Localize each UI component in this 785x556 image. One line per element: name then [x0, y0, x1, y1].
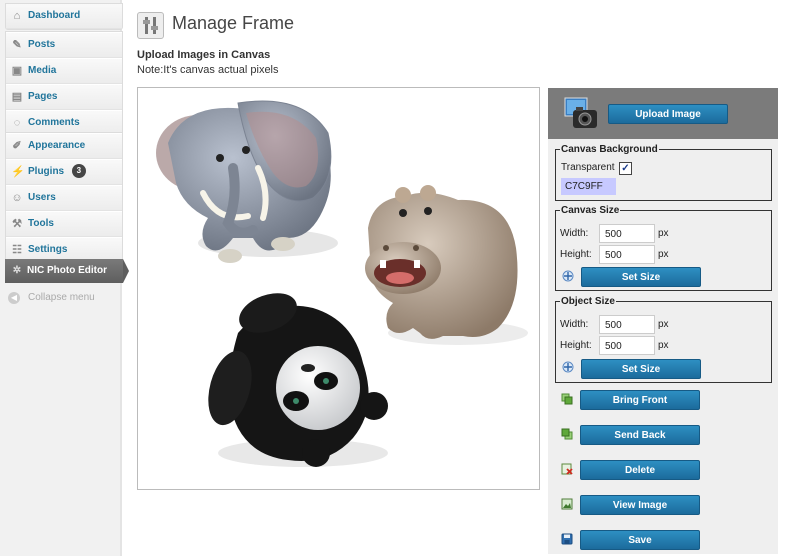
sidebar-item-pages[interactable]: ▤ Pages: [6, 84, 122, 110]
photo-canvas[interactable]: [137, 87, 540, 490]
bring-front-button[interactable]: Bring Front: [580, 390, 700, 410]
canvas-height-unit: px: [658, 249, 669, 260]
object-height-unit: px: [658, 340, 669, 351]
house-icon: ⌂: [13, 10, 21, 22]
pages-icon: ▤: [11, 91, 23, 103]
canvas-width-label: Width:: [560, 228, 589, 239]
sidebar-item-label: Tools: [28, 218, 54, 229]
sidebar-item-label: Settings: [28, 244, 68, 255]
sidebar-item-dashboard[interactable]: ⌂ Dashboard: [6, 4, 122, 29]
panda-image[interactable]: [201, 286, 388, 467]
sidebar-item-label: NIC Photo Editor: [27, 265, 107, 276]
send-back-icon: [561, 428, 573, 440]
sidebar-item-label: Dashboard: [28, 10, 81, 21]
settings-icon: ☷: [12, 244, 22, 256]
sidebar-item-label: Posts: [28, 39, 56, 50]
transparent-checkbox[interactable]: ✓: [619, 162, 632, 175]
menu-group-admin: ✐ Appearance ⚡ Plugins 3 ☺ Users ⚒ Tools…: [5, 132, 123, 264]
sidebar-item-posts[interactable]: ✎ Posts: [6, 32, 122, 58]
view-image-icon: [561, 498, 573, 510]
elephant-image[interactable]: [156, 100, 338, 263]
sidebar-item-label: Users: [28, 192, 56, 203]
brush-icon: ✐: [12, 140, 22, 152]
save-icon: [561, 533, 573, 545]
sidebar-item-nic-photo-editor[interactable]: ✲ NIC Photo Editor: [5, 259, 129, 283]
resize-icon: [562, 270, 574, 282]
canvas-width-input[interactable]: 500: [599, 224, 655, 243]
editor-panel: Upload Image Canvas Background Transpare…: [548, 88, 778, 554]
canvas-height-label: Height:: [560, 249, 592, 260]
collapse-menu-button[interactable]: ◀ Collapse menu: [8, 290, 95, 306]
delete-icon: [561, 463, 573, 475]
sidebar-item-plugins[interactable]: ⚡ Plugins 3: [6, 159, 122, 185]
sidebar-item-label: Pages: [28, 91, 58, 102]
users-icon: ☺: [11, 192, 23, 204]
upload-bar: Upload Image: [548, 88, 778, 139]
send-back-button[interactable]: Send Back: [580, 425, 700, 445]
object-width-unit: px: [658, 319, 669, 330]
object-height-label: Height:: [560, 340, 592, 351]
page-title-icon: [137, 12, 164, 39]
view-image-button[interactable]: View Image: [580, 495, 700, 515]
sidebar-item-label: Appearance: [28, 140, 86, 151]
canvas-height-input[interactable]: 500: [599, 245, 655, 264]
resize-icon: [562, 361, 574, 373]
collapse-menu-label: Collapse menu: [28, 292, 95, 303]
camera-icon: [564, 97, 597, 128]
pin-icon: ✎: [12, 39, 22, 51]
media-icon: ▣: [11, 65, 23, 77]
background-color-field[interactable]: C7C9FF: [561, 178, 616, 195]
bring-front-icon: [561, 393, 573, 405]
page-title: Manage Frame: [172, 13, 295, 33]
sidebar-item-users[interactable]: ☺ Users: [6, 185, 122, 211]
hippo-image[interactable]: [365, 185, 528, 345]
delete-button[interactable]: Delete: [580, 460, 700, 480]
canvas-background-legend: Canvas Background: [561, 144, 658, 155]
collapse-arrow-icon: ◀: [8, 292, 20, 304]
sidebar-item-label: Media: [28, 65, 57, 76]
plugins-count-badge: 3: [71, 164, 86, 179]
sidebar-item-appearance[interactable]: ✐ Appearance: [6, 133, 122, 159]
gear-icon: ✲: [12, 265, 22, 276]
canvas-set-size-button[interactable]: Set Size: [581, 267, 701, 287]
object-size-legend: Object Size: [561, 296, 615, 307]
section-subtitle: Upload Images in Canvas: [137, 49, 271, 61]
transparent-label: Transparent: [561, 162, 615, 173]
sidebar-item-tools[interactable]: ⚒ Tools: [6, 211, 122, 237]
sidebar-item-media[interactable]: ▣ Media: [6, 58, 122, 84]
canvas-note: Note:It's canvas actual pixels: [137, 64, 279, 76]
upload-image-button[interactable]: Upload Image: [608, 104, 728, 124]
plug-icon: ⚡: [11, 166, 25, 178]
save-button[interactable]: Save: [580, 530, 700, 550]
comment-icon: ◌: [13, 117, 21, 129]
object-set-size-button[interactable]: Set Size: [581, 359, 701, 379]
menu-group-dashboard: ⌂ Dashboard: [5, 3, 123, 30]
sidebar-item-label: Plugins: [28, 166, 65, 177]
canvas-size-legend: Canvas Size: [561, 205, 620, 216]
tools-icon: ⚒: [12, 218, 22, 230]
admin-sidebar: ⌂ Dashboard ✎ Posts ▣ Media ▤ Pages ◌ Co…: [0, 0, 129, 556]
menu-group-content: ✎ Posts ▣ Media ▤ Pages ◌ Comments: [5, 31, 123, 137]
object-width-input[interactable]: 500: [599, 315, 655, 334]
object-width-label: Width:: [560, 319, 589, 330]
canvas-width-unit: px: [658, 228, 669, 239]
sidebar-item-label: Comments: [28, 117, 80, 128]
object-height-input[interactable]: 500: [599, 336, 655, 355]
